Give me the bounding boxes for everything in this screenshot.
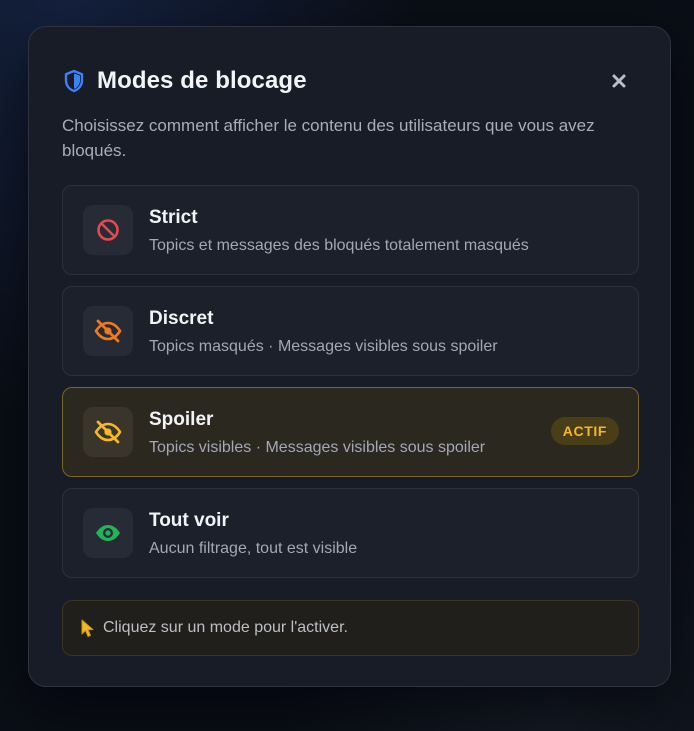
mode-description: Topics visibles · Messages visibles sous… — [149, 439, 486, 456]
eye-slash-icon — [94, 420, 122, 444]
mode-name: Tout voir — [149, 510, 229, 531]
eye-slash-icon — [94, 319, 122, 343]
mode-option-tout-voir[interactable]: Tout voir Aucun filtrage, tout est visib… — [62, 488, 639, 578]
hint-text: Cliquez sur un mode pour l'activer. — [103, 619, 348, 636]
eye-icon — [96, 525, 120, 541]
close-icon — [612, 74, 626, 88]
mode-icon-container — [83, 508, 133, 558]
dialog-title: Modes de blocage — [97, 67, 307, 94]
mode-icon-container — [83, 407, 133, 457]
mode-name: Discret — [149, 308, 214, 329]
mode-option-discret[interactable]: Discret Topics masqués · Messages visibl… — [62, 286, 639, 376]
mode-icon-container — [83, 205, 133, 255]
mode-description: Topics masqués · Messages visibles sous … — [149, 338, 498, 355]
pointer-icon — [81, 619, 94, 637]
mode-icon-container — [83, 306, 133, 356]
hint-box: Cliquez sur un mode pour l'activer. — [62, 600, 639, 656]
block-icon — [97, 219, 119, 241]
blocking-modes-dialog: Modes de blocage Choisissez comment affi… — [28, 26, 671, 687]
mode-option-strict[interactable]: Strict Topics et messages des bloqués to… — [62, 185, 639, 275]
mode-option-spoiler[interactable]: Spoiler Topics visibles · Messages visib… — [62, 387, 639, 477]
dialog-header: Modes de blocage — [62, 67, 307, 95]
mode-description: Topics et messages des bloqués totalemen… — [149, 237, 529, 254]
close-button[interactable] — [608, 70, 630, 92]
shield-icon — [64, 69, 84, 93]
mode-description: Aucun filtrage, tout est visible — [149, 540, 358, 557]
mode-name: Spoiler — [149, 409, 214, 430]
mode-list: Strict Topics et messages des bloqués to… — [62, 185, 639, 589]
mode-name: Strict — [149, 207, 198, 228]
active-badge: ACTIF — [550, 417, 619, 445]
dialog-description: Choisissez comment afficher le contenu d… — [62, 116, 595, 160]
